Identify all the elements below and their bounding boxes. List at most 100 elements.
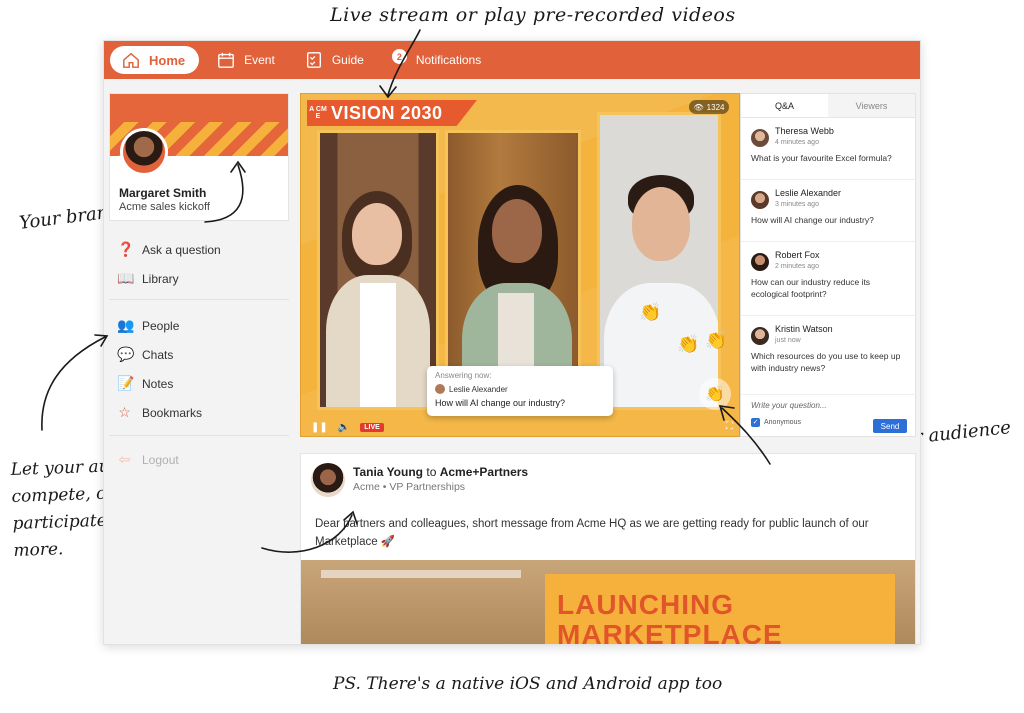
book-icon: 📖 [117, 270, 135, 286]
sidebar-divider [109, 435, 289, 436]
pause-icon[interactable]: ❚❚ [311, 422, 328, 433]
avatar[interactable] [311, 463, 345, 497]
eye-icon: 👁 [693, 102, 704, 112]
fullscreen-icon[interactable]: ⛶ [726, 421, 733, 432]
list-item[interactable]: Kristin Watson just now Which resources … [741, 316, 915, 390]
post-target-group[interactable]: Acme+Partners [440, 465, 528, 479]
video-player[interactable]: A CM E VISION 2030 👁 1324 👏 👏 👏 👏 Answer… [300, 93, 740, 437]
list-item[interactable]: Leslie Alexander 3 minutes ago How will … [741, 180, 915, 242]
qa-tabs: Q&A Viewers [741, 94, 915, 118]
brand-logo-small: A CM E [309, 106, 327, 120]
question-time: 4 minutes ago [775, 139, 819, 146]
annotation-live-stream: Live stream or play pre-recorded videos [330, 4, 736, 26]
sidebar-item-label: Ask a question [142, 242, 221, 257]
nav-event-label: Event [244, 53, 275, 67]
sidebar-item-chats[interactable]: 💬 Chats [117, 340, 202, 369]
avatar [751, 129, 769, 147]
avatar [435, 384, 445, 394]
question-text: Which resources do you use to keep up wi… [751, 351, 901, 373]
sidebar: Margaret Smith Acme sales kickoff ❓ Ask … [109, 93, 289, 644]
profile-card[interactable]: Margaret Smith Acme sales kickoff [109, 93, 289, 221]
question-time: 2 minutes ago [775, 263, 819, 270]
avatar [120, 128, 168, 176]
sidebar-item-bookmarks[interactable]: ☆ Bookmarks [117, 398, 202, 427]
nav-home-label: Home [149, 52, 186, 68]
post-image[interactable]: LAUNCHING MARKETPLACE [301, 560, 915, 645]
nav-home[interactable]: Home [110, 46, 200, 74]
calendar-icon [218, 52, 234, 68]
sidebar-menu-main: 👥 People 💬 Chats 📝 Notes ☆ Bookmarks [117, 311, 202, 427]
video-tile-speaker-1 [317, 130, 439, 410]
sidebar-item-label: People [142, 318, 180, 333]
video-controls: ❚❚ 🔈 LIVE ⛶ [301, 416, 739, 436]
post-author-subtitle: Acme • VP Partnerships [353, 481, 466, 493]
clapping-hands-icon: 👏 [677, 334, 700, 354]
notes-icon: 📝 [117, 375, 135, 391]
clapping-hands-icon: 👏 [639, 302, 662, 322]
nav-notifications[interactable]: 2 Notifications [382, 46, 493, 74]
question-composer: Write your question... ✓ Anonymous Send [741, 394, 917, 438]
sidebar-item-library[interactable]: 📖 Library [117, 264, 221, 293]
logout-icon: ⇦ [118, 451, 131, 467]
people-icon: 👥 [117, 317, 135, 333]
volume-icon[interactable]: 🔈 [338, 422, 350, 433]
viewer-count-value: 1324 [706, 102, 725, 112]
sidebar-item-label: Notes [142, 376, 174, 391]
answering-user-name: Leslie Alexander [449, 384, 508, 394]
checklist-icon [306, 52, 321, 68]
app-window: Home Event Guide 2 Notifications Margare… [103, 40, 921, 645]
question-author: Theresa Webb [775, 126, 834, 136]
answering-user: Leslie Alexander [435, 384, 605, 394]
sidebar-item-ask-question[interactable]: ❓ Ask a question [117, 235, 221, 264]
top-navigation-bar: Home Event Guide 2 Notifications [104, 41, 920, 79]
avatar [751, 253, 769, 271]
nav-event[interactable]: Event [205, 46, 287, 74]
question-author: Kristin Watson [775, 324, 833, 334]
nav-guide-label: Guide [331, 53, 364, 67]
avatar [751, 191, 769, 209]
star-icon: ☆ [118, 404, 131, 420]
sidebar-item-logout[interactable]: ⇦ Logout [117, 445, 179, 474]
answering-now-card: Answering now: Leslie Alexander How will… [427, 366, 613, 416]
clapping-hands-icon: 👏 [705, 330, 728, 350]
clap-reaction-button[interactable]: 👏 [699, 378, 731, 410]
sidebar-item-label: Library [142, 271, 179, 286]
tab-viewers[interactable]: Viewers [828, 94, 915, 117]
sidebar-item-label: Bookmarks [142, 405, 203, 420]
home-icon [123, 52, 139, 68]
question-input[interactable]: Write your question... [751, 401, 907, 410]
feed-post: Tania Young to Acme+Partners Acme • VP P… [300, 453, 916, 645]
question-text: How will AI change our industry? [751, 215, 874, 225]
question-text: How can our industry reduce its ecologic… [751, 277, 871, 299]
anonymous-label: Anonymous [764, 419, 801, 426]
launch-text-line2: MARKETPLACE [557, 619, 783, 645]
sidebar-divider [109, 299, 289, 300]
video-tile-speaker-3 [597, 112, 721, 410]
list-item[interactable]: Robert Fox 2 minutes ago How can our ind… [741, 242, 915, 316]
nav-guide[interactable]: Guide [293, 46, 376, 74]
notifications-badge: 2 [391, 49, 407, 64]
nav-notifications-label: Notifications [415, 53, 482, 67]
question-author: Leslie Alexander [775, 188, 842, 198]
post-author-name[interactable]: Tania Young [353, 465, 423, 479]
launch-text-line1: LAUNCHING [557, 589, 734, 620]
tab-qa[interactable]: Q&A [741, 94, 828, 117]
sidebar-item-notes[interactable]: 📝 Notes [117, 369, 202, 398]
sidebar-menu-bottom: ⇦ Logout [117, 445, 179, 474]
list-item[interactable]: Theresa Webb 4 minutes ago What is your … [741, 118, 915, 180]
post-to-word: to [426, 465, 437, 479]
qa-panel: Q&A Viewers Theresa Webb 4 minutes ago W… [740, 93, 917, 438]
question-time: just now [775, 337, 801, 344]
viewer-count: 👁 1324 [689, 100, 729, 114]
question-bubble-icon: ❓ [117, 241, 135, 257]
arrow-to-menu [41, 336, 106, 431]
answering-question: How will AI change our industry? [435, 398, 566, 408]
sidebar-item-people[interactable]: 👥 People [117, 311, 202, 340]
post-author-line: Tania Young to Acme+Partners [353, 465, 528, 479]
send-button[interactable]: Send [873, 419, 907, 433]
launch-banner: LAUNCHING MARKETPLACE [545, 574, 895, 645]
sidebar-item-label: Chats [142, 347, 174, 362]
sidebar-item-label: Logout [142, 452, 179, 467]
question-text: What is your favourite Excel formula? [751, 153, 892, 163]
profile-subtitle: Acme sales kickoff [119, 201, 210, 213]
